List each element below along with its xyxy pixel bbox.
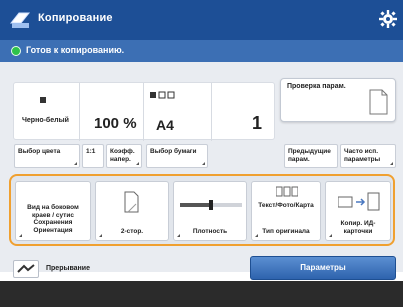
title-bar: Копирование (0, 0, 403, 40)
paper-select-label: Выбор бумаги (150, 148, 197, 155)
parameters-button[interactable]: Параметры (250, 256, 396, 280)
footer-bar (0, 281, 403, 307)
original-type-icon (276, 186, 298, 197)
frequent-settings-label: Часто исп. параметры (344, 148, 381, 163)
color-square-icon (40, 97, 46, 103)
paper-cell: A4 (144, 83, 212, 141)
coef-button[interactable]: Коэфф. напер. (106, 144, 142, 168)
paper-tray-icon (150, 91, 175, 99)
function-button-duplex[interactable]: 2-стор. (95, 181, 169, 241)
interrupt-arrow-icon (17, 264, 35, 273)
function-label-original-type: Тип оригинала (262, 227, 310, 235)
color-mode-cell: Черно-белый (14, 83, 80, 141)
status-text: Готов к копированию. (26, 45, 125, 55)
frequent-settings-button[interactable]: Часто исп. параметры (340, 144, 396, 168)
function-button-original-type[interactable]: Текст/Фото/Карта Тип оригинала (251, 181, 321, 241)
function-label-book: Вид на боковом краев / сутис Сохранения … (27, 204, 79, 234)
interrupt-icon[interactable] (13, 260, 39, 278)
check-settings-label: Проверка парам. (287, 83, 346, 90)
function-label-duplex: 2-стор. (120, 227, 144, 235)
function-button-book[interactable]: Вид на боковом краев / сутис Сохранения … (15, 181, 91, 241)
zoom-value: 100 % (94, 115, 137, 132)
function-label-id-card: Копир. ИД-карточки (340, 220, 376, 235)
copy-app-icon (9, 12, 31, 28)
function-button-density[interactable]: Плотность (173, 181, 247, 241)
copies-cell: 1 (212, 83, 276, 141)
gear-icon[interactable] (379, 10, 397, 28)
previous-settings-label: Предыдущие парам. (288, 148, 331, 163)
paper-select-button[interactable]: Выбор бумаги (146, 144, 208, 168)
function-buttons-area: Вид на боковом краев / сутис Сохранения … (9, 174, 395, 246)
paper-value: A4 (156, 117, 174, 133)
check-settings-button[interactable]: Проверка парам. (280, 78, 396, 122)
copies-value[interactable]: 1 (252, 113, 262, 134)
id-card-icon (338, 192, 380, 211)
current-settings-card: Черно-белый 100 % A4 1 (13, 82, 276, 141)
duplex-icon (124, 191, 139, 213)
status-indicator-icon (11, 46, 21, 56)
ratio-label: 1:1 (86, 148, 96, 155)
interrupt-label[interactable]: Прерывание (46, 265, 90, 272)
color-mode-value: Черно-белый (22, 117, 69, 124)
color-select-button[interactable]: Выбор цвета (14, 144, 80, 168)
status-bar: Готов к копированию. (0, 40, 403, 62)
coef-label: Коэфф. напер. (110, 148, 135, 163)
previous-settings-button[interactable]: Предыдущие парам. (284, 144, 338, 168)
color-select-label: Выбор цвета (18, 148, 61, 155)
ratio-button[interactable]: 1:1 (82, 144, 104, 168)
document-icon (369, 89, 388, 115)
zoom-cell: 100 % (80, 83, 144, 141)
function-label-density: Плотность (192, 227, 228, 235)
density-icon (180, 200, 242, 210)
page-title: Копирование (38, 12, 113, 24)
original-type-mode: Текст/Фото/Карта (258, 202, 314, 209)
function-button-id-card[interactable]: Копир. ИД-карточки (325, 181, 391, 241)
